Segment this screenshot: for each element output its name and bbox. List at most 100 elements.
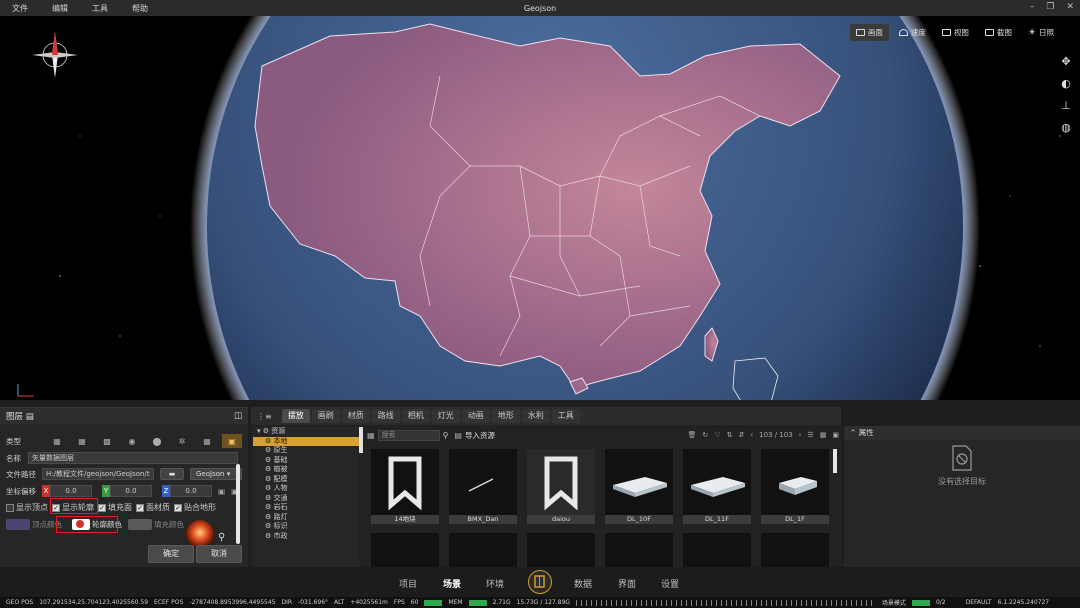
tree-item-rocks[interactable]: ⚙ 岩石	[253, 503, 359, 513]
collapse-icon[interactable]: ⌃	[850, 428, 856, 437]
collapse-tabs-icon[interactable]: ⋮≡	[257, 412, 272, 421]
tab-hydraulic[interactable]: 水利	[521, 409, 550, 423]
favorite-icon[interactable]: ♡	[714, 431, 720, 439]
type-grid-icon[interactable]: ▦	[47, 434, 67, 448]
type-tiles-icon[interactable]: ▦	[72, 434, 92, 448]
type-tree-icon[interactable]: ✲	[172, 434, 192, 448]
grid-view-icon[interactable]: ▦	[367, 431, 375, 440]
asset-tile[interactable]: DL_1F	[761, 449, 829, 524]
tab-material[interactable]: 材质	[341, 409, 370, 423]
fill-face-checkbox[interactable]: ✓ 填充面	[98, 502, 132, 513]
asset-tile[interactable]	[449, 533, 517, 567]
file-path-field[interactable]: H:/教程文件/geojson/GeoJson/t	[42, 468, 154, 480]
menu-edit[interactable]: 编辑	[52, 3, 68, 14]
nav-environment[interactable]: 环境	[486, 577, 504, 590]
move-icon[interactable]: ✥	[1060, 56, 1072, 68]
import-assets-button[interactable]: 导入资源	[465, 430, 495, 441]
tab-animation[interactable]: 动画	[461, 409, 490, 423]
type-model-icon[interactable]: ◉	[122, 434, 142, 448]
compass-icon[interactable]	[32, 32, 78, 78]
clamp-terrain-checkbox[interactable]: ✓ 贴合地形	[174, 502, 216, 513]
restore-icon[interactable]: ❐	[1046, 2, 1054, 12]
nav-data[interactable]: 数据	[574, 577, 592, 590]
asset-grid-scrollbar[interactable]	[833, 449, 837, 473]
tab-view[interactable]: 视图	[936, 24, 975, 41]
nav-interface[interactable]: 界面	[618, 577, 636, 590]
expand-icon[interactable]: ▣	[832, 431, 839, 439]
tab-place[interactable]: 摆放	[281, 409, 310, 423]
asset-tile[interactable]	[683, 533, 751, 567]
asset-tile[interactable]: daiou	[527, 449, 595, 524]
tree-item-signs[interactable]: ⚙ 标识	[253, 522, 359, 532]
tab-tools[interactable]: 工具	[551, 409, 580, 423]
tab-screenshot[interactable]: 截图	[979, 24, 1018, 41]
offset-y-field[interactable]: 0.0	[110, 485, 152, 497]
next-page-icon[interactable]: ›	[799, 431, 802, 439]
asset-tile[interactable]	[605, 533, 673, 567]
ok-button[interactable]: 确定	[148, 545, 194, 563]
refresh-icon[interactable]: ↻	[702, 431, 708, 439]
tree-item-resources[interactable]: ▾ ⚙ 资源	[253, 427, 359, 437]
tree-item-local[interactable]: ⚙ 本地	[253, 436, 359, 446]
asset-tile[interactable]: 14地块	[371, 449, 439, 524]
browse-folder-button[interactable]: ▬	[160, 468, 184, 480]
nav-scene[interactable]: 场景	[443, 577, 461, 590]
zoom-icon[interactable]: ⚲	[218, 532, 225, 543]
thumb-view-icon[interactable]: ▦	[820, 431, 827, 439]
import-icon[interactable]: ▤	[454, 431, 462, 440]
show-vertex-checkbox[interactable]: 显示顶点	[6, 502, 48, 513]
globe-icon[interactable]: ◍	[1060, 122, 1072, 134]
tree-item-vegetation[interactable]: ⚙ 植被	[253, 465, 359, 475]
tree-item-people[interactable]: ⚙ 人物	[253, 484, 359, 494]
menu-file[interactable]: 文件	[12, 3, 28, 14]
menu-help[interactable]: 帮助	[132, 3, 148, 14]
timeline-ruler[interactable]	[575, 599, 876, 606]
reset-offset-icon[interactable]: ▣	[218, 487, 225, 496]
sort-icon[interactable]: ⇅	[727, 431, 733, 439]
close-icon[interactable]: ✕	[1066, 2, 1074, 12]
layer-list-icon[interactable]: ▤	[26, 412, 34, 422]
tab-brush[interactable]: 画刷	[311, 409, 340, 423]
tab-route[interactable]: 路线	[371, 409, 400, 423]
type-mesh-icon[interactable]: ▩	[97, 434, 117, 448]
asset-search-input[interactable]: 搜索	[377, 429, 440, 441]
minimize-icon[interactable]: –	[1030, 2, 1035, 12]
asset-tile[interactable]	[527, 533, 595, 567]
type-vector-icon[interactable]: ▣	[222, 434, 242, 448]
asset-tile[interactable]: DL_10F	[605, 449, 673, 524]
panel-toggle-icon[interactable]: ◫	[234, 411, 242, 421]
prev-page-icon[interactable]: ‹	[750, 431, 753, 439]
tab-terrain[interactable]: 地形	[491, 409, 520, 423]
tree-item-traffic[interactable]: ⚙ 交通	[253, 494, 359, 504]
orbit-icon[interactable]: ◐	[1060, 78, 1072, 90]
asset-tile[interactable]: DL_11F	[683, 449, 751, 524]
type-pin-icon[interactable]: ⬤	[147, 434, 167, 448]
tab-camera[interactable]: 相机	[401, 409, 430, 423]
offset-z-field[interactable]: 0.0	[170, 485, 212, 497]
fill-color-swatch[interactable]	[128, 519, 152, 530]
tree-item-props[interactable]: ⚙ 配模	[253, 475, 359, 485]
cancel-button[interactable]: 取消	[196, 545, 242, 563]
tree-item-municipal[interactable]: ⚙ 市政	[253, 532, 359, 542]
asset-tile[interactable]: BMX_Dan	[449, 449, 517, 524]
search-icon[interactable]: ⚲	[443, 431, 449, 440]
scene-mode-toggle[interactable]	[911, 599, 930, 606]
type-raster-icon[interactable]: ▦	[197, 434, 217, 448]
menu-tools[interactable]: 工具	[92, 3, 108, 14]
tab-speed[interactable]: 速度	[893, 24, 932, 41]
vertex-color-swatch[interactable]	[6, 519, 30, 530]
nav-settings[interactable]: 设置	[661, 577, 679, 590]
filter-icon[interactable]: ⇵	[738, 431, 744, 439]
tab-sun[interactable]: ☀ 日照	[1022, 24, 1060, 41]
format-select[interactable]: GeoJson ▾	[190, 468, 242, 480]
tab-picture[interactable]: 画面	[849, 24, 889, 41]
home-button[interactable]	[528, 570, 552, 594]
delete-icon[interactable]: 🗑	[688, 431, 697, 439]
tree-item-native[interactable]: ⚙ 原生	[253, 446, 359, 456]
layer-panel-scrollbar[interactable]	[236, 464, 240, 544]
asset-tile[interactable]	[761, 533, 829, 567]
tab-light[interactable]: 灯光	[431, 409, 460, 423]
nav-project[interactable]: 项目	[399, 577, 417, 590]
face-material-checkbox[interactable]: ✓ 面材质	[136, 502, 170, 513]
tree-scrollbar[interactable]	[359, 427, 363, 453]
